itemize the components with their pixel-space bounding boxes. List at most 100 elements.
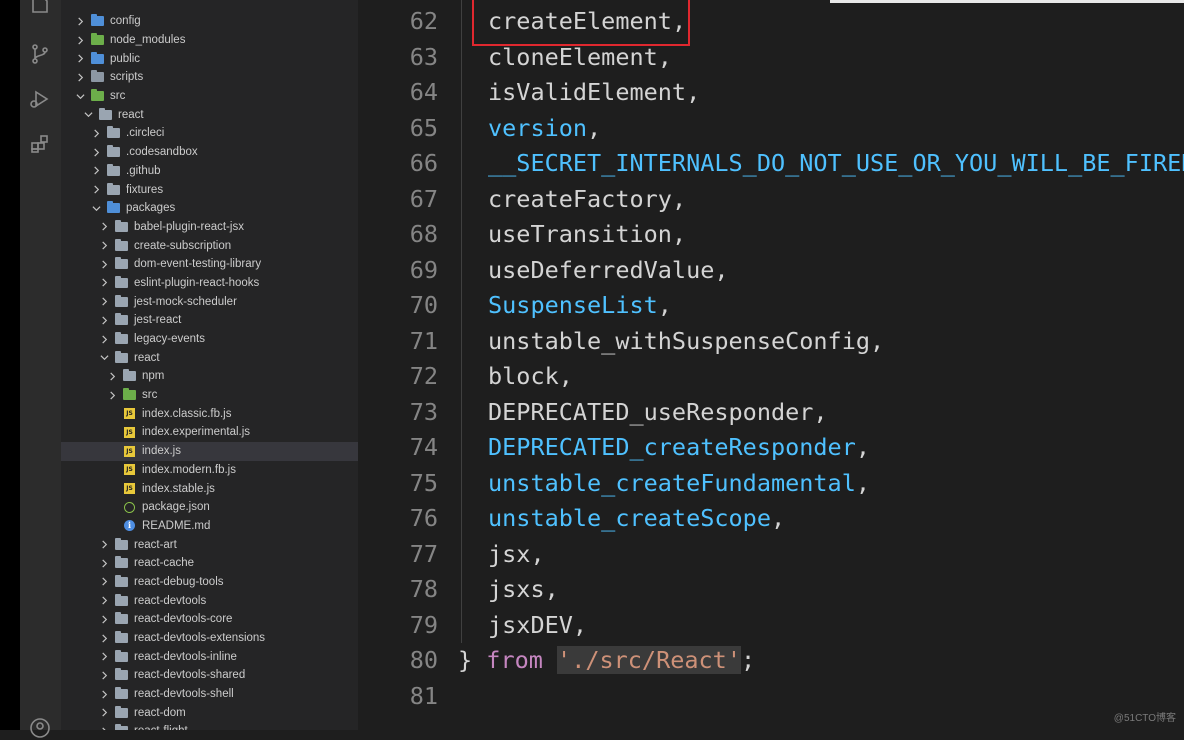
line-number: 70: [409, 291, 438, 319]
code-line[interactable]: 73 DEPRECATED_useResponder,: [358, 395, 1184, 430]
code-line[interactable]: 66 __SECRET_INTERNALS_DO_NOT_USE_OR_YOU_W…: [358, 146, 1184, 181]
tree-item[interactable]: jest-mock-scheduler: [61, 292, 358, 311]
chevron-down-icon: [99, 353, 109, 363]
tree-item-label: index.js: [142, 445, 181, 458]
extensions-icon[interactable]: [28, 132, 52, 156]
tree-item[interactable]: JS index.js: [61, 441, 358, 461]
code-token: ,: [870, 326, 885, 355]
tree-item[interactable]: src: [61, 386, 358, 405]
code-line[interactable]: 65 version,: [358, 111, 1184, 146]
folder-icon: [115, 219, 128, 232]
code-line[interactable]: 79 jsxDEV,: [358, 608, 1184, 643]
code-line[interactable]: 71 unstable_withSuspenseConfig,: [358, 324, 1184, 359]
code-line[interactable]: 78 jsxs,: [358, 572, 1184, 607]
code-line[interactable]: 80} from './src/React';: [358, 643, 1184, 678]
tree-item[interactable]: react-devtools-shell: [61, 685, 358, 704]
code-line[interactable]: 72 block,: [358, 359, 1184, 394]
folder-icon: [115, 537, 128, 550]
tree-item-label: react: [134, 351, 160, 364]
tree-item[interactable]: react-cache: [61, 554, 358, 573]
code-line[interactable]: 81: [358, 679, 1184, 714]
code-token: ,: [671, 184, 687, 213]
code-line[interactable]: 75 unstable_createFundamental,: [358, 466, 1184, 501]
tree-item[interactable]: JS index.classic.fb.js: [61, 404, 358, 423]
tree-item[interactable]: react: [61, 105, 358, 124]
tree-item[interactable]: dom-event-testing-library: [61, 255, 358, 274]
tree-item-label: index.stable.js: [142, 482, 215, 495]
code-line[interactable]: 74 DEPRECATED_createResponder,: [358, 430, 1184, 465]
code-line[interactable]: 68 useTransition,: [358, 217, 1184, 252]
tree-item-label: react-dom: [134, 706, 186, 719]
js-file-icon: JS: [123, 445, 136, 457]
activity-bar: [20, 0, 61, 738]
tree-item[interactable]: config: [61, 12, 358, 31]
folder-icon: [115, 257, 128, 270]
account-icon[interactable]: [28, 716, 52, 740]
info-file-icon: i: [123, 520, 136, 532]
tree-item[interactable]: react-flight: [61, 722, 358, 730]
tree-item[interactable]: JS index.experimental.js: [61, 423, 358, 442]
tree-item[interactable]: .circleci: [61, 124, 358, 143]
tree-item[interactable]: .codesandbox: [61, 143, 358, 162]
tree-item[interactable]: eslint-plugin-react-hooks: [61, 274, 358, 293]
chevron-right-icon: [75, 35, 85, 45]
tree-item-label: react-devtools-extensions: [134, 632, 266, 645]
code-editor[interactable]: 62 createElement, 63 cloneElement, 64 isValid…: [358, 0, 1184, 730]
code-line[interactable]: 64 isValidElement,: [358, 75, 1184, 110]
folder-icon: [115, 313, 128, 326]
code-line[interactable]: 69 useDeferredValue,: [358, 253, 1184, 288]
chevron-right-icon: [99, 726, 109, 730]
tree-item[interactable]: package.json: [61, 498, 358, 517]
tree-item[interactable]: create-subscription: [61, 236, 358, 255]
tree-item[interactable]: packages: [61, 199, 358, 218]
folder-icon: [123, 369, 136, 382]
tree-item-label: node_modules: [110, 34, 186, 47]
chevron-right-icon: [99, 596, 109, 606]
tree-item[interactable]: JS index.stable.js: [61, 479, 358, 498]
run-debug-icon[interactable]: [28, 87, 52, 111]
tree-item[interactable]: react-devtools-core: [61, 610, 358, 629]
chevron-right-icon: [99, 297, 109, 307]
line-number: 76: [409, 504, 438, 532]
tree-item[interactable]: JS index.modern.fb.js: [61, 461, 358, 480]
code-text: unstable_withSuspenseConfig,: [488, 324, 884, 359]
code-token: SuspenseList: [488, 291, 658, 319]
tree-item[interactable]: react-devtools-shared: [61, 666, 358, 685]
tree-item[interactable]: legacy-events: [61, 330, 358, 349]
code-token: cloneElement: [488, 42, 658, 71]
source-control-icon[interactable]: [28, 42, 52, 66]
chevron-right-icon: [99, 577, 109, 587]
code-line[interactable]: 77 jsx,: [358, 537, 1184, 572]
tree-item[interactable]: src: [61, 87, 358, 106]
code-token: ;: [740, 646, 756, 674]
tree-item[interactable]: babel-plugin-react-jsx: [61, 218, 358, 237]
code-token: __SECRET_INTERNALS_DO_NOT_USE_OR_YOU_WIL…: [488, 149, 1184, 177]
explorer-icon[interactable]: [28, 0, 52, 16]
chevron-right-icon: [75, 16, 85, 26]
tree-item[interactable]: react-devtools-extensions: [61, 629, 358, 648]
code-line[interactable]: 67 createFactory,: [358, 182, 1184, 217]
tree-item[interactable]: npm: [61, 367, 358, 386]
code-line[interactable]: 76 unstable_createScope,: [358, 501, 1184, 536]
tree-item[interactable]: react-debug-tools: [61, 573, 358, 592]
chevron-right-icon: [99, 222, 109, 232]
tree-item[interactable]: i README.md: [61, 517, 358, 536]
tree-item-label: config: [110, 15, 141, 28]
tree-item[interactable]: react-devtools: [61, 591, 358, 610]
tree-item[interactable]: react-devtools-inline: [61, 647, 358, 666]
line-number: 77: [409, 539, 438, 568]
tree-item[interactable]: fixtures: [61, 180, 358, 199]
tree-item[interactable]: scripts: [61, 68, 358, 87]
tree-item-label: public: [110, 52, 141, 65]
tree-item[interactable]: react-dom: [61, 703, 358, 722]
tree-item[interactable]: react-art: [61, 535, 358, 554]
tree-item[interactable]: public: [61, 49, 358, 68]
code-line[interactable]: 70 SuspenseList,: [358, 288, 1184, 323]
tree-item[interactable]: jest-react: [61, 311, 358, 330]
tree-item[interactable]: node_modules: [61, 31, 358, 50]
folder-icon: [107, 163, 120, 176]
tree-item[interactable]: react: [61, 348, 358, 367]
tree-item[interactable]: .github: [61, 162, 358, 181]
